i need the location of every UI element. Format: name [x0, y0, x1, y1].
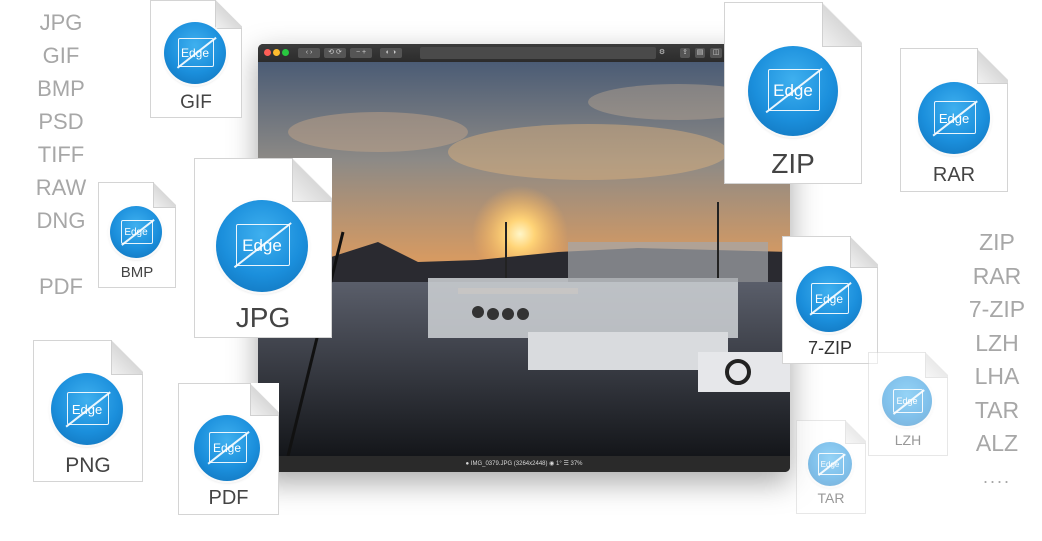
edge-badge-icon: Edge	[51, 373, 123, 445]
pdf-file-icon: Edge PDF	[178, 383, 279, 515]
format-item: RAR	[972, 262, 1022, 289]
sunset-harbor-photo	[258, 62, 790, 456]
format-item: JPG	[39, 10, 83, 35]
file-type-label: PDF	[208, 487, 249, 509]
format-item: DNG	[36, 208, 86, 233]
zoom-window-icon[interactable]	[282, 49, 289, 56]
edge-badge-icon: Edge	[808, 442, 852, 486]
file-type-label: ZIP	[771, 148, 815, 179]
format-spacer	[22, 237, 100, 270]
title-field[interactable]	[420, 47, 656, 59]
format-item: ALZ	[975, 430, 1019, 456]
format-item: PDF	[39, 274, 83, 299]
status-bar: ● IMG_0379.JPG (3264x2448) ◉ 1° ☰ 37%	[258, 456, 790, 472]
gif-file-icon: Edge GIF	[150, 0, 242, 118]
rotate-button[interactable]: ⟲ ⟳	[324, 48, 346, 58]
edge-badge-icon: Edge	[882, 376, 932, 426]
share-icon[interactable]: ⇪	[680, 48, 690, 58]
file-type-label: LZH	[894, 432, 922, 448]
edge-badge-icon: Edge	[918, 82, 990, 154]
close-window-icon[interactable]	[264, 49, 271, 56]
zoom-button[interactable]: − +	[350, 48, 372, 58]
settings-icon[interactable]: ⚙	[658, 48, 666, 58]
file-type-label: GIF	[180, 92, 212, 113]
zip-file-icon: Edge ZIP	[724, 2, 862, 184]
file-type-label: PNG	[65, 454, 111, 477]
edge-badge-icon: Edge	[796, 266, 862, 332]
edge-badge-icon: Edge	[164, 22, 226, 84]
file-type-label: 7-ZIP	[807, 338, 852, 358]
file-type-label: TAR	[817, 490, 845, 506]
format-item: ZIP	[979, 229, 1015, 255]
lzh-file-icon: Edge LZH	[868, 352, 948, 456]
edge-badge-icon: Edge	[748, 46, 838, 136]
format-item: PSD	[38, 109, 84, 134]
format-item: RAW	[35, 175, 87, 200]
left-format-list: JPG GIF BMP PSD TIFF RAW DNG PDF	[22, 6, 100, 303]
file-type-label: RAR	[932, 164, 976, 186]
preview-window: ‹ › ⟲ ⟳ − + ◐ ◑ ⚙ ⇪ ▤ ◫ ● IMG_0379.JPG (…	[258, 44, 790, 472]
back-forward-button[interactable]: ‹ ›	[298, 48, 320, 58]
format-item: TIFF	[37, 142, 85, 167]
edge-badge-icon: Edge	[110, 206, 162, 258]
format-item: 7-ZIP	[968, 296, 1026, 322]
view-button[interactable]: ◐ ◑	[380, 48, 402, 58]
sidebar-toggle-icon[interactable]: ◫	[710, 48, 722, 58]
format-more: ....	[982, 466, 1011, 487]
file-type-label: JPG	[235, 302, 291, 333]
tar-file-icon: Edge TAR	[796, 420, 866, 514]
format-item: BMP	[37, 76, 85, 101]
rar-file-icon: Edge RAR	[900, 48, 1008, 192]
png-file-icon: Edge PNG	[33, 340, 143, 482]
edge-badge-icon: Edge	[194, 415, 260, 481]
file-type-label: BMP	[120, 264, 154, 281]
7zip-file-icon: Edge 7-ZIP	[782, 236, 878, 364]
format-item: GIF	[42, 43, 80, 68]
format-item: LHA	[974, 363, 1020, 389]
right-format-list: ZIP RAR 7-ZIP LZH LHA TAR ALZ ....	[958, 226, 1036, 494]
edge-badge-icon: Edge	[216, 200, 308, 292]
format-item: TAR	[974, 396, 1020, 423]
jpg-file-icon: Edge JPG	[194, 158, 332, 338]
trash-icon[interactable]: ▤	[695, 48, 705, 58]
minimize-window-icon[interactable]	[273, 49, 280, 56]
window-toolbar: ‹ › ⟲ ⟳ − + ◐ ◑ ⚙ ⇪ ▤ ◫	[258, 44, 790, 63]
format-item: LZH	[975, 329, 1019, 356]
bmp-file-icon: Edge BMP	[98, 182, 176, 288]
